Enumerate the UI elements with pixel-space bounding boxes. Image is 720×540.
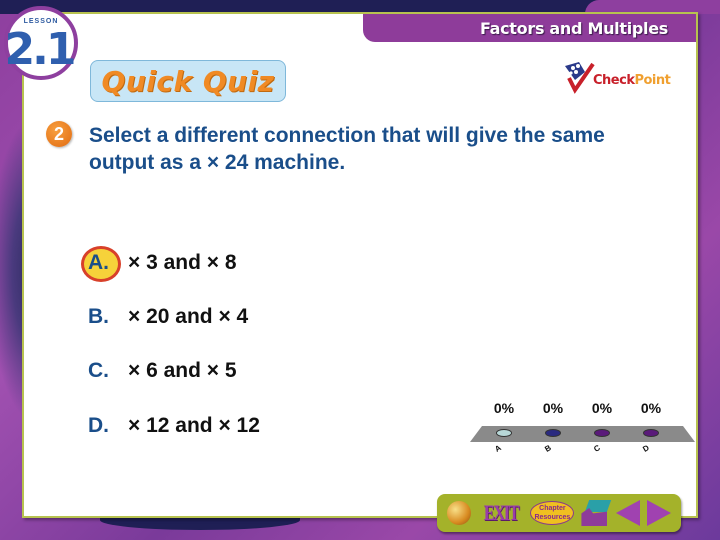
poll-percent-c: 0%	[591, 400, 613, 416]
previous-button[interactable]	[616, 500, 641, 526]
checkpoint-text: CheckPoint	[593, 73, 671, 88]
option-b[interactable]: B. × 20 and × 4	[88, 305, 248, 329]
glencoe-button[interactable]	[446, 501, 471, 525]
option-letter: A.	[81, 246, 128, 282]
poll-percent-b: 0%	[542, 400, 564, 416]
checkpoint-logo: CheckPoint	[563, 60, 678, 94]
globe-icon	[446, 501, 471, 525]
option-text: × 20 and × 4	[128, 305, 249, 328]
chapter-resources-icon: Chapter Resources	[530, 501, 575, 525]
exit-button[interactable]: EXIT	[478, 500, 524, 526]
quiz-title: Quick Quiz	[101, 64, 275, 98]
poll-percent-d: 0%	[640, 400, 662, 416]
question-text: Select a different connection that will …	[89, 124, 605, 174]
checkpoint-point-word: Point	[634, 73, 671, 88]
option-text: × 3 and × 8	[128, 251, 237, 274]
next-button[interactable]	[647, 500, 672, 526]
quiz-title-box: Quick Quiz	[90, 60, 286, 102]
poll-dot-a	[496, 429, 512, 437]
option-letter: C.	[88, 359, 109, 382]
arrow-left-icon	[616, 500, 641, 526]
option-d[interactable]: D. × 12 and × 12	[88, 414, 260, 438]
poll-label-a: A	[493, 443, 503, 454]
option-letter: D.	[88, 414, 109, 437]
poll-label-c: C	[592, 443, 602, 454]
poll-label-d: D	[641, 443, 651, 454]
lesson-badge: LESSON 2.1	[4, 6, 78, 80]
poll-results: 0% 0% 0% 0% A B C D	[470, 396, 700, 456]
poll-percent-a: 0%	[493, 400, 515, 416]
poll-dot-c	[594, 429, 610, 437]
navigation-bar: EXIT Chapter Resources	[437, 494, 681, 532]
header-bar: Factors and Multiples	[363, 14, 696, 42]
chapter-resources-line1: Chapter	[539, 505, 566, 512]
question-number-badge: 2	[46, 121, 72, 147]
poll-dot-b	[545, 429, 561, 437]
option-text: × 12 and × 12	[128, 414, 260, 437]
option-text: × 6 and × 5	[128, 359, 237, 382]
chapter-resources-button[interactable]: Chapter Resources	[530, 501, 575, 525]
option-a[interactable]: A. × 3 and × 8	[81, 246, 237, 282]
checkpoint-check-word: Check	[593, 73, 635, 88]
page-title: Factors and Multiples	[479, 18, 668, 38]
poll-label-b: B	[543, 443, 553, 454]
exit-icon: EXIT	[483, 500, 519, 525]
chapter-resources-line2: Resources	[534, 514, 571, 521]
option-c[interactable]: C. × 6 and × 5	[88, 359, 237, 383]
home-icon	[581, 500, 612, 526]
arrow-right-icon	[647, 500, 672, 526]
lesson-number: 2.1	[4, 24, 77, 75]
poll-dot-d	[643, 429, 659, 437]
home-button[interactable]	[581, 500, 612, 526]
option-letter: B.	[88, 305, 109, 328]
